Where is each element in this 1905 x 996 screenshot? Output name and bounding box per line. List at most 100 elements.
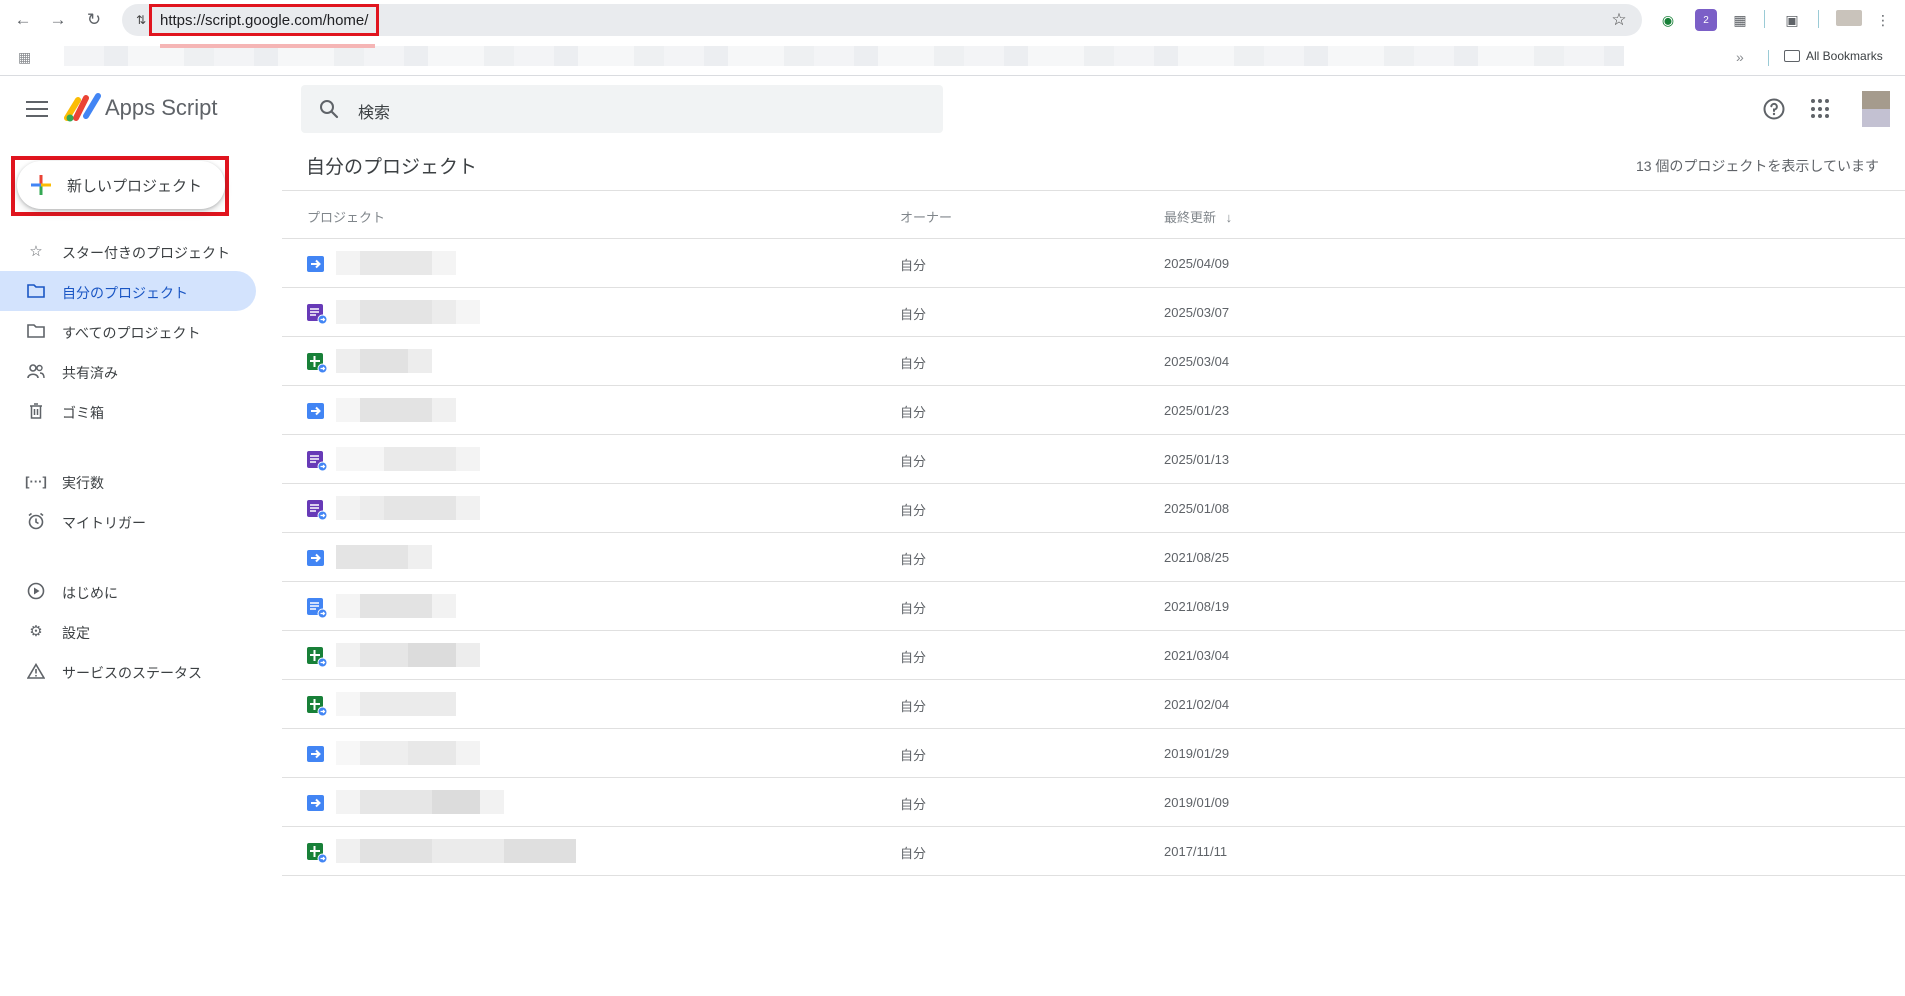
project-name-redacted[interactable] bbox=[336, 741, 480, 765]
column-header-owner[interactable]: オーナー bbox=[900, 207, 952, 226]
project-name-redacted[interactable] bbox=[336, 300, 480, 324]
table-row[interactable]: 自分 2025/01/23 bbox=[282, 386, 1905, 435]
trash-icon bbox=[26, 402, 46, 420]
sidebar-item-my-triggers[interactable]: マイトリガー bbox=[0, 501, 256, 541]
table-row[interactable]: 自分 2019/01/09 bbox=[282, 778, 1905, 827]
search-input[interactable]: 検索 bbox=[301, 85, 943, 133]
forward-icon[interactable]: → bbox=[47, 9, 69, 31]
extension-badge-count: 2 bbox=[1703, 14, 1709, 26]
table-row[interactable]: 自分 2025/03/07 bbox=[282, 288, 1905, 337]
reload-icon[interactable]: ↻ bbox=[83, 9, 105, 31]
folder-icon bbox=[26, 282, 46, 300]
back-icon[interactable]: ← bbox=[12, 9, 34, 31]
hamburger-menu-icon[interactable] bbox=[24, 97, 50, 121]
people-icon bbox=[26, 362, 46, 380]
bookmark-items-redacted bbox=[64, 46, 1624, 66]
table-row[interactable]: 自分 2021/08/19 bbox=[282, 582, 1905, 631]
sidebar-item-all-projects[interactable]: すべてのプロジェクト bbox=[0, 311, 256, 351]
project-name-redacted[interactable] bbox=[336, 692, 456, 716]
sidebar-item-settings[interactable]: ⚙ 設定 bbox=[0, 611, 256, 651]
google-apps-icon[interactable] bbox=[1811, 99, 1831, 119]
account-avatar[interactable] bbox=[1862, 91, 1890, 127]
project-name-redacted[interactable] bbox=[336, 643, 480, 667]
highlight-marker bbox=[160, 44, 375, 48]
url-text[interactable]: https://script.google.com/home/ bbox=[149, 4, 380, 36]
app-header: Apps Script 検索 bbox=[0, 77, 1905, 141]
column-header-project[interactable]: プロジェクト bbox=[307, 207, 385, 226]
table-body: 自分 2025/04/09 自分 2025/03/07 自分 2025/03/04 自分 20… bbox=[282, 239, 1905, 876]
forms-project-icon bbox=[306, 499, 328, 521]
executions-icon: [···] bbox=[25, 473, 47, 489]
table-row[interactable]: 自分 2019/01/29 bbox=[282, 729, 1905, 778]
puzzle-extensions-icon[interactable]: ▦ bbox=[1729, 9, 1751, 31]
gear-icon: ⚙ bbox=[29, 623, 43, 640]
owner-cell: 自分 bbox=[900, 405, 927, 420]
sidebar-item-getting-started[interactable]: はじめに bbox=[0, 571, 256, 611]
sheets-project-icon bbox=[306, 695, 328, 717]
new-project-label: 新しいプロジェクト bbox=[67, 177, 203, 195]
table-row[interactable]: 自分 2021/08/25 bbox=[282, 533, 1905, 582]
updated-date-cell: 2021/08/25 bbox=[1164, 550, 1230, 565]
table-row[interactable]: 自分 2021/02/04 bbox=[282, 680, 1905, 729]
sort-arrow-down-icon: ↓ bbox=[1225, 210, 1233, 225]
table-row[interactable]: 自分 2017/11/11 bbox=[282, 827, 1905, 876]
help-icon[interactable] bbox=[1762, 97, 1786, 121]
sidebar-item-starred[interactable]: ☆ スター付きのプロジェクト bbox=[0, 231, 256, 271]
table-row[interactable]: 自分 2025/01/13 bbox=[282, 435, 1905, 484]
sidebar-item-label: マイトリガー bbox=[62, 515, 146, 531]
sidebar-item-label: はじめに bbox=[62, 585, 118, 601]
apps-shortcut-icon[interactable]: ▦ bbox=[18, 49, 36, 67]
project-name-redacted[interactable] bbox=[336, 545, 432, 569]
site-settings-icon[interactable]: ⇅ bbox=[132, 11, 150, 29]
sidebar-item-label: スター付きのプロジェクト bbox=[62, 245, 230, 261]
sidebar-item-trash[interactable]: ゴミ箱 bbox=[0, 391, 256, 431]
sidebar-item-service-status[interactable]: サービスのステータス bbox=[0, 651, 256, 691]
project-name-redacted[interactable] bbox=[336, 447, 480, 471]
tab-search-icon[interactable]: ▣ bbox=[1781, 9, 1803, 31]
all-bookmarks-button[interactable]: All Bookmarks bbox=[1784, 49, 1883, 63]
docs-project-icon bbox=[306, 597, 328, 619]
updated-date-cell: 2025/01/08 bbox=[1164, 501, 1230, 516]
updated-date-cell: 2017/11/11 bbox=[1164, 844, 1228, 859]
play-circle-icon bbox=[26, 582, 46, 600]
extension-badge-icon[interactable]: 2 bbox=[1695, 9, 1717, 31]
table-row[interactable]: 自分 2021/03/04 bbox=[282, 631, 1905, 680]
grammarly-extension-icon[interactable]: ◉ bbox=[1657, 9, 1679, 31]
forms-project-icon bbox=[306, 303, 328, 325]
search-placeholder: 検索 bbox=[358, 105, 391, 122]
standalone-project-icon bbox=[306, 793, 326, 813]
table-row[interactable]: 自分 2025/03/04 bbox=[282, 337, 1905, 386]
project-name-redacted[interactable] bbox=[336, 594, 456, 618]
standalone-project-icon bbox=[306, 548, 326, 568]
updated-date-cell: 2021/08/19 bbox=[1164, 599, 1230, 614]
updated-date-cell: 2021/02/04 bbox=[1164, 697, 1230, 712]
bookmarks-overflow-icon[interactable]: » bbox=[1736, 49, 1744, 65]
bookmark-star-icon[interactable]: ☆ bbox=[1608, 9, 1630, 31]
more-menu-icon[interactable]: ⋮ bbox=[1872, 9, 1894, 31]
project-name-redacted[interactable] bbox=[336, 349, 432, 373]
sidebar-item-executions[interactable]: [···] 実行数 bbox=[0, 461, 256, 501]
sidebar-item-label: 実行数 bbox=[62, 475, 104, 491]
sidebar-item-label: 共有済み bbox=[62, 365, 118, 381]
table-row[interactable]: 自分 2025/01/08 bbox=[282, 484, 1905, 533]
project-name-redacted[interactable] bbox=[336, 251, 456, 275]
profile-avatar[interactable] bbox=[1836, 10, 1862, 26]
project-name-redacted[interactable] bbox=[336, 398, 456, 422]
sheets-project-icon bbox=[306, 352, 328, 374]
toolbar-divider bbox=[1764, 10, 1765, 28]
star-icon: ☆ bbox=[29, 243, 43, 260]
all-bookmarks-label: All Bookmarks bbox=[1806, 49, 1883, 63]
warning-icon bbox=[26, 662, 46, 680]
new-project-button[interactable]: 新しいプロジェクト bbox=[17, 161, 225, 209]
sidebar-item-label: 設定 bbox=[62, 625, 90, 641]
project-name-redacted[interactable] bbox=[336, 790, 504, 814]
sidebar-item-shared[interactable]: 共有済み bbox=[0, 351, 256, 391]
project-name-redacted[interactable] bbox=[336, 496, 480, 520]
project-name-redacted[interactable] bbox=[336, 839, 576, 863]
toolbar-divider bbox=[1818, 10, 1819, 28]
column-header-updated[interactable]: 最終更新 ↓ bbox=[1164, 207, 1232, 226]
address-bar[interactable]: ⇅ https://script.google.com/home/ ☆ bbox=[122, 4, 1642, 36]
table-row[interactable]: 自分 2025/04/09 bbox=[282, 239, 1905, 288]
sidebar-item-my-projects[interactable]: 自分のプロジェクト bbox=[0, 271, 256, 311]
updated-date-cell: 2025/01/23 bbox=[1164, 403, 1230, 418]
